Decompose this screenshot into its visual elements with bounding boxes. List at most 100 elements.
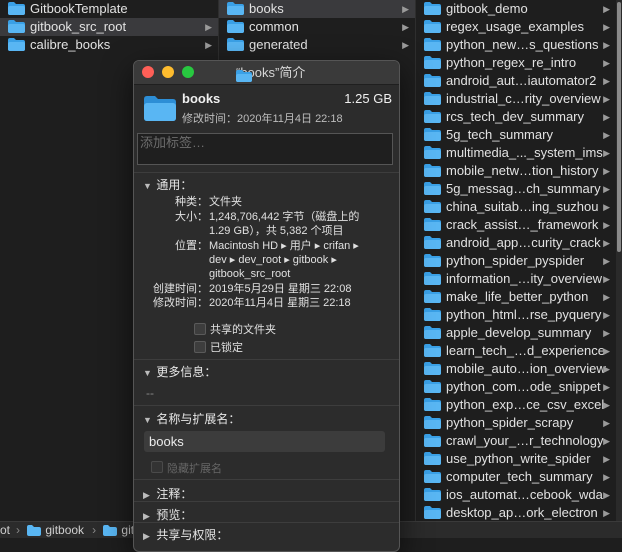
chevron-right-icon: ▶: [603, 202, 610, 212]
list-item[interactable]: common ▶: [219, 18, 415, 36]
list-item[interactable]: rcs_tech_dev_summary ▶: [416, 108, 616, 126]
list-item-label: make_life_better_python: [446, 289, 589, 304]
list-item[interactable]: python_regex_re_intro ▶: [416, 54, 616, 72]
more-info-value: --: [146, 386, 154, 400]
list-item[interactable]: mobile_netw…tion_history ▶: [416, 162, 616, 180]
list-item[interactable]: gitbook_demo ▶: [416, 0, 616, 18]
path-segment[interactable]: gitbook: [27, 523, 86, 537]
where-value: Macintosh HD ▸ 用户 ▸ crifan ▸: [209, 240, 359, 252]
section-preview-header[interactable]: ▶ 预览：: [143, 506, 192, 523]
created-value: 2019年5月29日 星期三 22:08: [209, 283, 352, 295]
chevron-right-icon: ▶: [603, 346, 610, 356]
chevron-right-icon: ▶: [603, 310, 610, 320]
folder-icon: [424, 200, 441, 213]
list-item[interactable]: china_suitab…ing_suzhou ▶: [416, 198, 616, 216]
zoom-button[interactable]: [182, 66, 194, 78]
list-item-label: python_new…s_questions: [446, 37, 599, 52]
list-item[interactable]: python_new…s_questions ▶: [416, 36, 616, 54]
folder-icon: [424, 380, 441, 393]
disclosure-right-icon: ▶: [143, 531, 150, 541]
section-more-info-header[interactable]: ▼ 更多信息：: [143, 363, 216, 380]
list-item[interactable]: computer_tech_summary ▶: [416, 468, 616, 486]
list-item[interactable]: 5g_messag…ch_summary ▶: [416, 180, 616, 198]
tags-field[interactable]: 添加标签…: [137, 133, 393, 165]
path-segment[interactable]: ot: [0, 523, 10, 537]
list-item-label: 5g_tech_summary: [446, 127, 553, 142]
list-item[interactable]: calibre_books ▶: [0, 36, 218, 54]
list-item[interactable]: learn_tech_…d_experience ▶: [416, 342, 616, 360]
section-sharing-header[interactable]: ▶ 共享与权限：: [143, 526, 228, 543]
list-item[interactable]: make_life_better_python ▶: [416, 288, 616, 306]
list-item[interactable]: python_spider_scrapy ▶: [416, 414, 616, 432]
chevron-right-icon: ▶: [205, 40, 212, 50]
chevron-right-icon: ▶: [603, 472, 610, 482]
folder-icon: [424, 506, 441, 519]
shared-folder-label: 共享的文件夹: [210, 324, 276, 336]
folder-icon: [227, 38, 244, 51]
folder-icon: [424, 236, 441, 249]
list-item[interactable]: gitbook_src_root ▶: [0, 18, 218, 36]
scrollbar-thumb[interactable]: [617, 2, 621, 252]
scrollbar[interactable]: [616, 0, 622, 522]
list-item[interactable]: books ▶: [219, 0, 415, 18]
list-item-label: regex_usage_examples: [446, 19, 585, 34]
section-comments-header[interactable]: ▶ 注释：: [143, 485, 192, 502]
list-item-label: industrial_c…rity_overview: [446, 91, 601, 106]
list-item[interactable]: apple_develop_summary ▶: [416, 324, 616, 342]
list-item-label: mobile_netw…tion_history: [446, 163, 599, 178]
chevron-right-icon: ▶: [603, 22, 610, 32]
close-button[interactable]: [142, 66, 154, 78]
locked-checkbox[interactable]: [194, 341, 206, 353]
list-item[interactable]: industrial_c…rity_overview ▶: [416, 90, 616, 108]
section-label: 注释：: [156, 487, 193, 501]
folder-icon: [424, 308, 441, 321]
section-general-header[interactable]: ▼ 通用：: [143, 176, 192, 193]
title-bar[interactable]: “books”简介: [134, 61, 399, 85]
folder-icon: [424, 146, 441, 159]
folder-icon: [8, 20, 25, 33]
list-item[interactable]: GitbookTemplate: [0, 0, 218, 18]
info-window: “books”简介 books 1.25 GB 修改时间：2020年11月4日 …: [133, 60, 400, 552]
chevron-right-icon: ▶: [603, 220, 610, 230]
created-label: 创建时间：: [153, 283, 208, 295]
folder-icon: [144, 96, 176, 126]
item-size: 1.25 GB: [344, 91, 392, 106]
list-item[interactable]: information_…ity_overview ▶: [416, 270, 616, 288]
chevron-right-icon: ▶: [603, 148, 610, 158]
divider: [134, 501, 399, 502]
list-item[interactable]: android_aut…iautomator2 ▶: [416, 72, 616, 90]
list-item[interactable]: 5g_tech_summary ▶: [416, 126, 616, 144]
folder-icon: [8, 2, 25, 15]
chevron-right-icon: ▶: [603, 364, 610, 374]
list-item[interactable]: regex_usage_examples ▶: [416, 18, 616, 36]
folder-icon: [424, 128, 441, 141]
section-label: 共享与权限：: [156, 528, 229, 542]
size-label: 大小：: [175, 211, 208, 223]
chevron-right-icon: ▶: [603, 238, 610, 248]
hide-extension-checkbox[interactable]: [151, 461, 163, 473]
list-item[interactable]: use_python_write_spider ▶: [416, 450, 616, 468]
name-input[interactable]: books: [144, 431, 385, 452]
minimize-button[interactable]: [162, 66, 174, 78]
folder-icon: [424, 362, 441, 375]
folder-icon: [424, 56, 441, 69]
list-item[interactable]: mobile_auto…ion_overview ▶: [416, 360, 616, 378]
list-item[interactable]: python_html…rse_pyquery ▶: [416, 306, 616, 324]
list-item[interactable]: multimedia_..._system_ims ▶: [416, 144, 616, 162]
list-item[interactable]: python_spider_pyspider ▶: [416, 252, 616, 270]
section-name-extension-header[interactable]: ▼ 名称与扩展名：: [143, 410, 240, 427]
list-item-label: python_spider_scrapy: [446, 415, 574, 430]
list-item[interactable]: android_app…curity_crack ▶: [416, 234, 616, 252]
list-item[interactable]: ios_automat…cebook_wda ▶: [416, 486, 616, 504]
list-item[interactable]: python_exp…ce_csv_excel ▶: [416, 396, 616, 414]
list-item[interactable]: crack_assist…_framework ▶: [416, 216, 616, 234]
list-item[interactable]: crawl_your_…r_technology ▶: [416, 432, 616, 450]
list-item[interactable]: generated ▶: [219, 36, 415, 54]
disclosure-down-icon: ▼: [143, 368, 152, 378]
list-item[interactable]: python_com…ode_snippet ▶: [416, 378, 616, 396]
shared-folder-checkbox[interactable]: [194, 323, 206, 335]
folder-icon: [424, 254, 441, 267]
list-item-label: gitbook_src_root: [30, 19, 127, 34]
list-item[interactable]: desktop_ap…ork_electron ▶: [416, 504, 616, 522]
divider: [134, 359, 399, 360]
